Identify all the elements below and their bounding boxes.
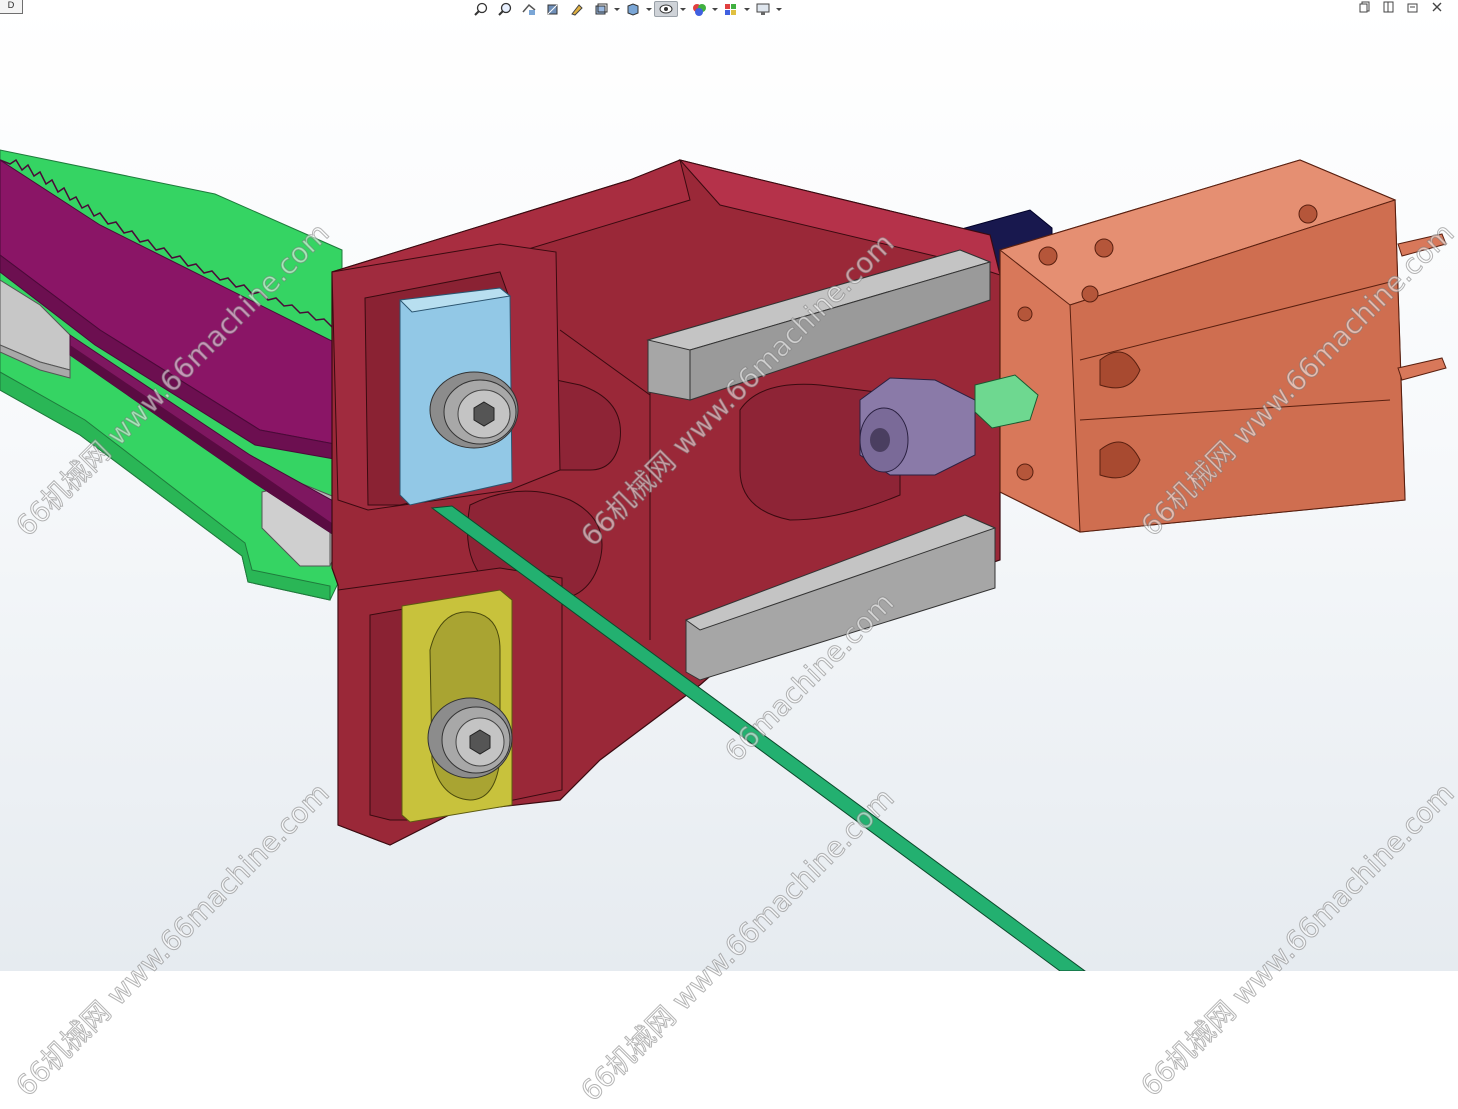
corner-tab[interactable]: D (0, 0, 23, 14)
graphics-viewport[interactable]: 66机械网 www.66machine.com 66机械网 www.66mach… (0, 0, 1458, 1108)
chevron-down-icon[interactable] (680, 1, 686, 17)
cylinder-rods[interactable] (1397, 233, 1447, 381)
cad-assembly-model[interactable] (0, 0, 1458, 971)
hide-show-items-icon[interactable] (654, 1, 678, 17)
hex-nut[interactable] (859, 377, 976, 476)
chevron-down-icon[interactable] (712, 1, 718, 17)
chevron-down-icon[interactable] (744, 1, 750, 17)
display-style-icon[interactable] (622, 1, 644, 17)
chevron-down-icon[interactable] (646, 1, 652, 17)
previous-view-icon[interactable] (518, 1, 540, 17)
chevron-down-icon[interactable] (614, 1, 620, 17)
maximize-icon[interactable] (1380, 0, 1398, 14)
zoom-to-area-icon[interactable] (494, 1, 516, 17)
restore-icon[interactable] (1356, 0, 1374, 14)
zoom-to-fit-icon[interactable] (470, 1, 492, 17)
chevron-down-icon[interactable] (776, 1, 782, 17)
heads-up-view-toolbar (470, 0, 782, 18)
cap-screw-top[interactable] (429, 371, 519, 449)
window-controls (1356, 0, 1446, 14)
pneumatic-cylinder[interactable] (998, 159, 1406, 533)
view-orientation-icon[interactable] (590, 1, 612, 17)
view-settings-icon[interactable] (752, 1, 774, 17)
edit-appearance-icon[interactable] (688, 1, 710, 17)
dynamic-annotation-icon[interactable] (566, 1, 588, 17)
minimize-icon[interactable] (1404, 0, 1422, 14)
section-view-icon[interactable] (542, 1, 564, 17)
close-icon[interactable] (1428, 0, 1446, 14)
cap-screw-bottom[interactable] (427, 697, 513, 779)
apply-scene-icon[interactable] (720, 1, 742, 17)
